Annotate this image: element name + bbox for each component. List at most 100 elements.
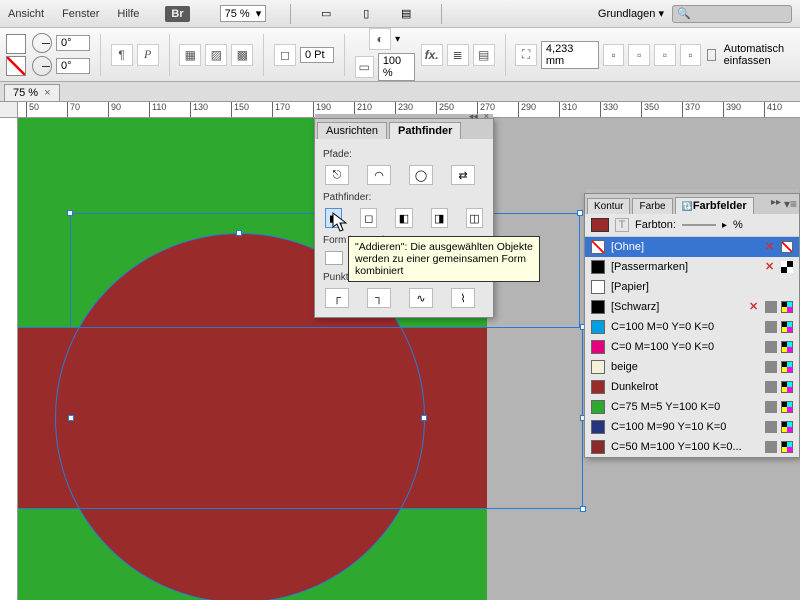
point-symmetric-icon[interactable]: ⌇ [451, 288, 475, 308]
swatch-row[interactable]: [Schwarz]✕ [585, 297, 799, 317]
shape-rect-icon[interactable] [325, 251, 343, 265]
swatch-row[interactable]: C=75 M=5 Y=100 K=0 [585, 397, 799, 417]
vertical-ruler [0, 118, 18, 600]
selection-handle[interactable] [67, 210, 73, 216]
zoom-level-field[interactable]: 75 %▾ [220, 5, 267, 22]
crop-icon[interactable]: ⛶ [515, 44, 537, 66]
tint-field[interactable] [682, 224, 716, 226]
close-tab-icon[interactable]: × [44, 87, 50, 99]
swatch-row[interactable]: C=100 M=0 Y=0 K=0 [585, 317, 799, 337]
path-close-icon[interactable]: ◯ [409, 165, 433, 185]
menu-ansicht[interactable]: Ansicht [8, 8, 44, 20]
opacity-icon-b[interactable]: ▭ [355, 56, 374, 78]
selection-frame-b [18, 327, 583, 509]
panel-menu-icon[interactable]: ▾≡ [784, 197, 797, 211]
swatch-flags: ✕ [749, 301, 793, 313]
align-panel-icon[interactable]: ≣ [447, 44, 469, 66]
close-panel-icon[interactable]: × [484, 111, 489, 121]
point-corner-icon[interactable]: ┐ [367, 288, 391, 308]
fill-proxy[interactable] [591, 218, 609, 232]
corner-type-icon[interactable]: ◻ [274, 44, 296, 66]
menu-hilfe[interactable]: Hilfe [117, 8, 139, 20]
swatches-header: T Farbton: ▸ % [585, 214, 799, 237]
separator [441, 4, 442, 24]
fit-c-icon[interactable]: ▫ [654, 44, 676, 66]
pathfinder-subtract-icon[interactable]: ◻ [360, 208, 377, 228]
pathfinder-intersect-icon[interactable]: ◧ [395, 208, 412, 228]
path-join-icon[interactable]: ⎋ [325, 165, 349, 185]
path-open-icon[interactable]: ◠ [367, 165, 391, 185]
fx-icon[interactable]: fx. [421, 44, 443, 66]
pathfinder-minusback-icon[interactable]: ◫ [466, 208, 483, 228]
swatch-chip [591, 380, 605, 394]
stroke-swatch[interactable] [6, 56, 26, 76]
tab-ausrichten[interactable]: Ausrichten [317, 122, 387, 139]
swatch-name: [Passermarken] [611, 261, 759, 273]
frame-mm-field[interactable]: 4,233 mm [541, 41, 599, 69]
pathfinder-exclude-icon[interactable]: ◨ [431, 208, 448, 228]
tint-slider-icon[interactable]: ▸ [722, 220, 727, 231]
tab-farbe[interactable]: Farbe [632, 198, 672, 214]
opacity-icon-a[interactable]: ◐ [369, 28, 391, 50]
document-tab[interactable]: 75 % × [4, 84, 60, 101]
swatch-flags: ✕ [765, 241, 793, 253]
pathfinder-add-icon[interactable]: ◼ [325, 208, 342, 228]
wrap-icon-c[interactable]: ▩ [231, 44, 253, 66]
document-tab-label: 75 % [13, 87, 38, 99]
ruler-origin[interactable] [0, 102, 18, 118]
anchor-point[interactable] [68, 415, 74, 421]
fit-d-icon[interactable]: ▫ [680, 44, 702, 66]
wrap-icon-b[interactable]: ▨ [205, 44, 227, 66]
formatting-text-icon[interactable]: T [615, 218, 629, 232]
corner-pt-field[interactable]: 0 Pt [300, 47, 334, 63]
tab-kontur[interactable]: Kontur [587, 198, 630, 214]
panel-grip[interactable]: ◂◂ × [315, 114, 493, 119]
wrap-icon-a[interactable]: ▦ [179, 44, 201, 66]
collapse-icon[interactable]: ◂◂ [469, 111, 478, 122]
menu-fenster[interactable]: Fenster [62, 8, 99, 20]
view-mode-c-icon[interactable]: ▤ [395, 3, 417, 25]
swatch-row[interactable]: [Passermarken] ✕ [585, 257, 799, 277]
swatch-row[interactable]: Dunkelrot [585, 377, 799, 397]
shear-dial-icon[interactable] [32, 56, 52, 76]
text-frame-icon[interactable]: ▤ [473, 44, 495, 66]
workspace-switcher[interactable]: Grundlagen ▾ [598, 7, 664, 20]
swatch-row[interactable]: [Papier] [585, 277, 799, 297]
point-plain-icon[interactable]: ┌ [325, 288, 349, 308]
swatch-chip [591, 360, 605, 374]
swatch-chip [591, 320, 605, 334]
document-tabs: 75 % × [0, 82, 800, 102]
bridge-button[interactable]: Br [165, 6, 189, 22]
selection-handle[interactable] [580, 506, 586, 512]
fit-b-icon[interactable]: ▫ [628, 44, 650, 66]
rotate-dial-icon[interactable] [32, 33, 52, 53]
swatch-flags: ✕ [765, 261, 793, 273]
swatch-row[interactable]: C=100 M=90 Y=10 K=0 [585, 417, 799, 437]
opacity-field[interactable]: 100 % [378, 53, 415, 81]
fill-swatch[interactable] [6, 34, 26, 54]
collapse-icon[interactable]: ▸▸ [771, 197, 781, 208]
swatch-row[interactable]: C=0 M=100 Y=0 K=0 [585, 337, 799, 357]
swatch-name: [Ohne] [611, 241, 759, 253]
rotate-angle-field[interactable]: 0° [56, 35, 90, 51]
tab-farbfelder[interactable]: 🔃Farbfelder [675, 197, 754, 214]
swatch-row[interactable]: [Ohne] ✕ [585, 237, 799, 257]
path-reverse-icon[interactable]: ⇄ [451, 165, 475, 185]
anchor-point[interactable] [236, 230, 242, 236]
auto-fit-checkbox[interactable] [707, 49, 715, 61]
shear-angle-field[interactable]: 0° [56, 58, 90, 74]
selection-handle[interactable] [577, 210, 583, 216]
swatch-row[interactable]: beige [585, 357, 799, 377]
para-style-icon[interactable]: ¶ [111, 44, 133, 66]
tab-pathfinder[interactable]: Pathfinder [389, 122, 461, 139]
swatch-row[interactable]: C=50 M=100 Y=100 K=0... [585, 437, 799, 457]
point-smooth-icon[interactable]: ∿ [409, 288, 433, 308]
search-input[interactable]: 🔍 [672, 5, 792, 23]
char-style-icon[interactable]: P [137, 44, 159, 66]
view-mode-b-icon[interactable]: ▯ [355, 3, 377, 25]
swatch-chip [591, 280, 605, 294]
view-mode-a-icon[interactable]: ▭ [315, 3, 337, 25]
anchor-point[interactable] [421, 415, 427, 421]
tab-farbfelder-label: Farbfelder [693, 200, 747, 212]
fit-a-icon[interactable]: ▫ [603, 44, 625, 66]
